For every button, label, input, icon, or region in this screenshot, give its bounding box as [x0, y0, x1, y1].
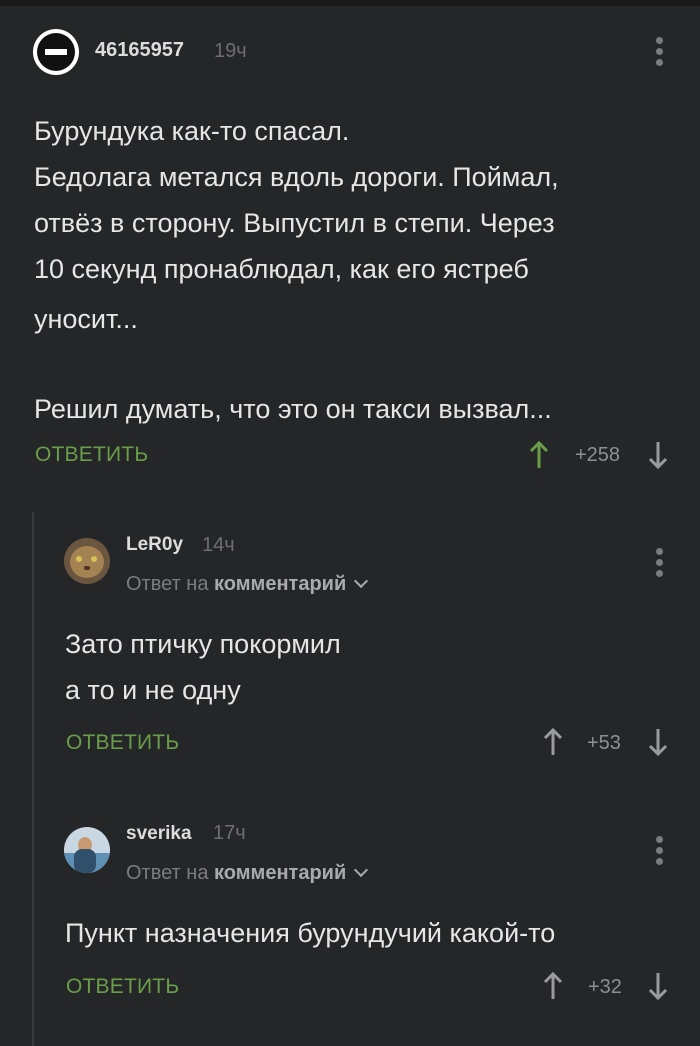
rating-count: +258 — [575, 444, 621, 466]
upvote-arrow-icon[interactable] — [543, 971, 563, 1001]
reply-to-prefix: Ответ на — [126, 573, 209, 595]
comment-line: Бедолага метался вдоль дороги. Поймал, — [34, 162, 559, 192]
avatar-cat-image[interactable] — [64, 538, 110, 584]
top-bar — [0, 0, 700, 6]
reply-to-target: комментарий — [214, 573, 347, 595]
more-options-icon[interactable] — [654, 37, 664, 70]
reply-to-prefix: Ответ на — [126, 862, 209, 884]
thread-line — [32, 512, 34, 1046]
chevron-down-icon — [354, 573, 369, 589]
reply-to-link[interactable]: Ответ на комментарий — [126, 862, 369, 885]
reply-button[interactable]: ОТВЕТИТЬ — [66, 975, 179, 999]
comment-line: 10 секунд пронаблюдал, как его ястреб — [34, 254, 529, 284]
upvote-arrow-icon[interactable] — [543, 727, 563, 757]
more-options-icon[interactable] — [654, 548, 664, 581]
downvote-arrow-icon[interactable] — [648, 727, 668, 757]
comment-line: а то и не одну — [65, 675, 241, 705]
comment-line: отвёз в сторону. Выпустил в степи. Через — [34, 208, 555, 238]
comment-line: Решил думать, что это он такси вызвал... — [34, 394, 552, 424]
reply-to-target: комментарий — [214, 862, 347, 884]
comment-time: 19ч — [214, 40, 247, 62]
comment-line: Зато птичку покормил — [65, 629, 341, 659]
reply-button[interactable]: ОТВЕТИТЬ — [66, 731, 179, 755]
more-options-icon[interactable] — [654, 836, 664, 869]
reply-button[interactable]: ОТВЕТИТЬ — [35, 443, 148, 467]
username[interactable]: LeR0y — [126, 534, 183, 556]
avatar-user-photo[interactable] — [64, 827, 110, 873]
comment-text: Зато птичку покормил а то и не одну — [65, 621, 665, 713]
comment-text: Пункт назначения бурундучий какой-то — [65, 910, 685, 956]
comment-line — [34, 342, 674, 386]
comment-line: Пункт назначения бурундучий какой-то — [65, 918, 556, 948]
chevron-down-icon — [354, 862, 369, 878]
comment-time: 17ч — [213, 822, 246, 844]
avatar-anonymous-icon[interactable] — [33, 29, 79, 75]
username[interactable]: 46165957 — [95, 39, 184, 62]
rating-count: +53 — [587, 732, 621, 754]
downvote-arrow-icon[interactable] — [648, 971, 668, 1001]
upvote-arrow-icon[interactable] — [529, 440, 549, 470]
username[interactable]: sverika — [126, 823, 192, 845]
comment-line: Бурундука как-то спасал. — [34, 116, 350, 146]
comment-line: уносит... — [34, 304, 138, 334]
rating-count: +32 — [588, 976, 622, 998]
comment-text: Бурундука как-то спасал. Бедолага металс… — [34, 108, 674, 432]
downvote-arrow-icon[interactable] — [648, 440, 668, 470]
comment-time: 14ч — [202, 534, 235, 556]
reply-to-link[interactable]: Ответ на комментарий — [126, 573, 369, 596]
